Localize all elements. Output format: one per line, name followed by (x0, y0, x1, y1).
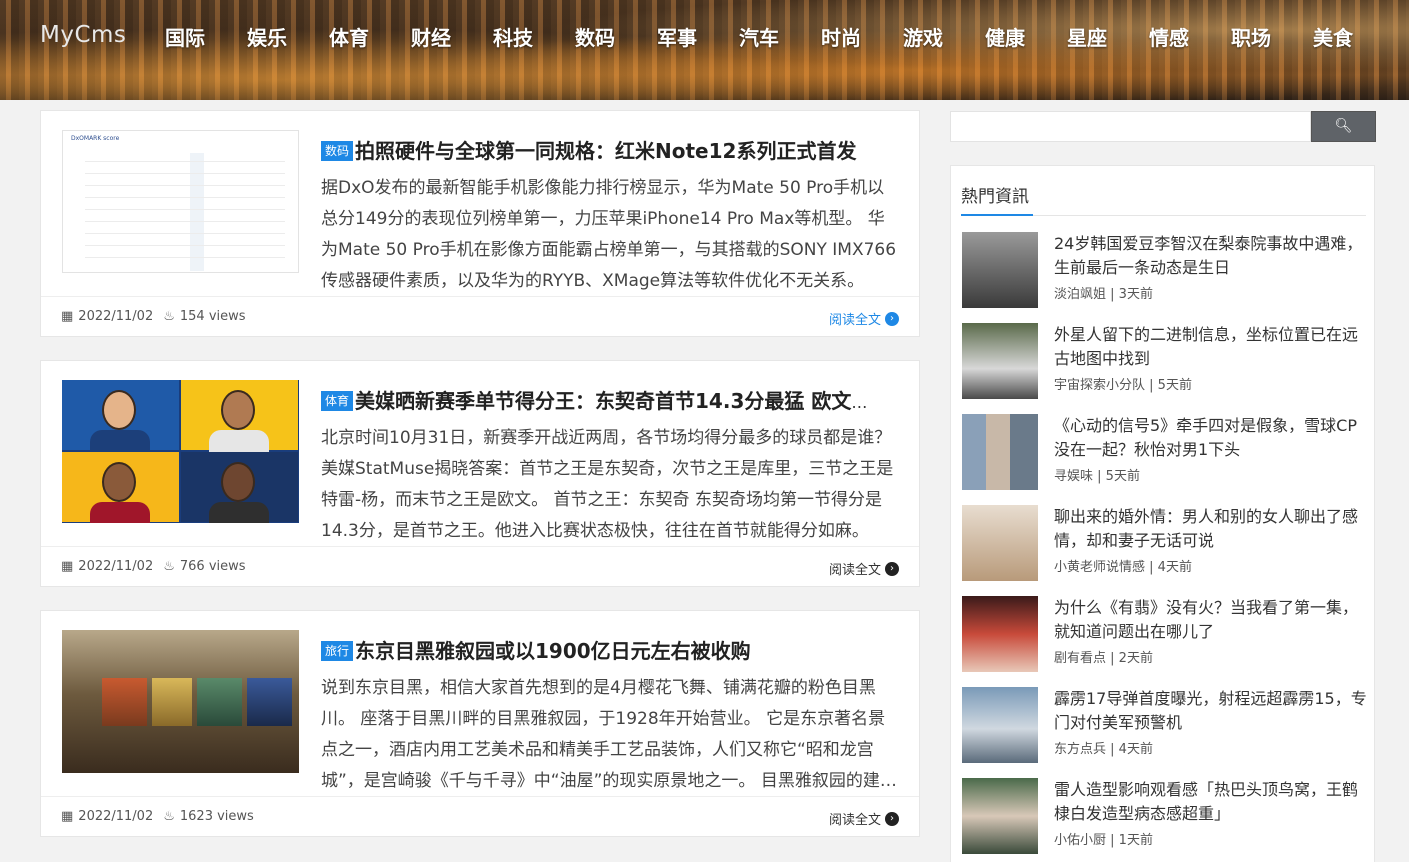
category-tag[interactable]: 旅行 (321, 641, 354, 661)
nav-item-shuma[interactable]: 数码 (575, 22, 657, 51)
article-thumbnail[interactable]: DxOMARK score (62, 130, 299, 273)
hot-news-title-link[interactable]: 24岁韩国爱豆李智汉在梨泰院事故中遇难，生前最后一条动态是生日 (1054, 232, 1372, 280)
hot-news-panel: 熱門資訊 24岁韩国爱豆李智汉在梨泰院事故中遇难，生前最后一条动态是生日 淡泊飒… (950, 165, 1375, 862)
article-card: 旅行 东京目黑雅叙园或以1900亿日元左右被收购 说到东京目黑，相信大家首先想到的… (40, 610, 920, 837)
hot-news-title-link[interactable]: 外星人留下的二进制信息，坐标位置已在远古地图中找到 (1054, 323, 1372, 371)
article-meta: ▦ 2022/11/02 ♨ 766 views (61, 559, 246, 574)
article-views: 766 views (179, 559, 246, 574)
article-meta-bar: ▦ 2022/11/02 ♨ 1623 views 阅读全文 › (41, 796, 919, 837)
article-thumbnail[interactable] (62, 630, 299, 773)
hot-news-thumbnail[interactable] (962, 778, 1038, 854)
fire-icon: ♨ (163, 309, 175, 324)
hot-news-item[interactable]: 《心动的信号5》牵手四对是假象，雪球CP没在一起？秋怡对男1下头 寻娱味 | 5… (962, 414, 1367, 490)
article-views: 1623 views (179, 809, 254, 824)
hot-news-thumbnail[interactable] (962, 414, 1038, 490)
chevron-right-icon: › (885, 811, 899, 826)
article-thumbnail[interactable] (62, 380, 299, 523)
site-header: MyCms 国际 娱乐 体育 财经 科技 数码 军事 汽车 时尚 游戏 健康 星… (0, 0, 1409, 100)
article-excerpt: 据DxO发布的最新智能手机影像能力排行榜显示，华为Mate 50 Pro手机以总… (321, 178, 897, 291)
fire-icon: ♨ (163, 559, 175, 574)
calendar-icon: ▦ (61, 809, 74, 824)
article-title[interactable]: 美媒晒新赛季单节得分王：东契奇首节14.3分最猛 欧文末节 (355, 389, 881, 413)
chevron-right-icon: › (885, 311, 899, 326)
search-button[interactable]: 🔍︎ (1311, 111, 1376, 142)
hot-news-title-link[interactable]: 《心动的信号5》牵手四对是假象，雪球CP没在一起？秋怡对男1下头 (1054, 414, 1372, 462)
article-card: 体育 美媒晒新赛季单节得分王：东契奇首节14.3分最猛 欧文末节 北京时间10月3… (40, 360, 920, 587)
article-meta-bar: ▦ 2022/11/02 ♨ 154 views 阅读全文 › (41, 296, 919, 337)
hot-news-meta: 淡泊飒姐 | 3天前 (1054, 287, 1153, 302)
article-title-row[interactable]: 旅行 东京目黑雅叙园或以1900亿日元左右被收购 (321, 635, 881, 665)
nav-item-zhichang[interactable]: 职场 (1231, 22, 1313, 51)
nav-item-meishi[interactable]: 美食 (1313, 22, 1395, 51)
nav-item-junshi[interactable]: 军事 (657, 22, 739, 51)
hot-news-item[interactable]: 24岁韩国爱豆李智汉在梨泰院事故中遇难，生前最后一条动态是生日 淡泊飒姐 | 3… (962, 232, 1367, 308)
site-logo[interactable]: MyCms (40, 22, 126, 48)
nav-item-guoji[interactable]: 国际 (165, 22, 247, 51)
nav-item-xingzuo[interactable]: 星座 (1067, 22, 1149, 51)
read-more-link[interactable]: 阅读全文 › (829, 559, 899, 578)
article-card: DxOMARK score 数码 拍照硬件与全球第一同规格：红米Note12系列正… (40, 110, 920, 337)
article-date: 2022/11/02 (78, 809, 154, 824)
hot-news-meta: 东方点兵 | 4天前 (1054, 742, 1153, 757)
category-tag[interactable]: 数码 (321, 141, 354, 161)
hot-news-thumbnail[interactable] (962, 323, 1038, 399)
nav-item-qinggan[interactable]: 情感 (1149, 22, 1231, 51)
hot-news-title-link[interactable]: 为什么《有翡》没有火？当我看了第一集，就知道问题出在哪儿了 (1054, 596, 1372, 644)
nav-item-caijing[interactable]: 财经 (411, 22, 493, 51)
article-title[interactable]: 拍照硬件与全球第一同规格：红米Note12系列正式首发 (355, 139, 856, 163)
hot-news-item[interactable]: 外星人留下的二进制信息，坐标位置已在远古地图中找到 宇宙探索小分队 | 5天前 (962, 323, 1367, 399)
hot-news-meta: 宇宙探索小分队 | 5天前 (1054, 378, 1192, 393)
article-views: 154 views (179, 309, 246, 324)
category-tag[interactable]: 体育 (321, 391, 354, 411)
hot-news-thumbnail[interactable] (962, 687, 1038, 763)
thumbnail-caption: DxOMARK score (71, 135, 120, 142)
nav-item-qiche[interactable]: 汽车 (739, 22, 821, 51)
article-title-row[interactable]: 体育 美媒晒新赛季单节得分王：东契奇首节14.3分最猛 欧文末节 (321, 385, 881, 415)
nav-item-youxi[interactable]: 游戏 (903, 22, 985, 51)
nav-item-tiyu[interactable]: 体育 (329, 22, 411, 51)
hot-news-item[interactable]: 聊出来的婚外情：男人和别的女人聊出了感情，却和妻子无话可说 小黄老师说情感 | … (962, 505, 1367, 581)
article-title-row[interactable]: 数码 拍照硬件与全球第一同规格：红米Note12系列正式首发 (321, 135, 881, 165)
nav-item-jiankang[interactable]: 健康 (985, 22, 1067, 51)
search-input[interactable] (950, 111, 1311, 142)
article-meta: ▦ 2022/11/02 ♨ 154 views (61, 309, 246, 324)
article-date: 2022/11/02 (78, 559, 154, 574)
fire-icon: ♨ (163, 809, 175, 824)
hot-news-title-link[interactable]: 聊出来的婚外情：男人和别的女人聊出了感情，却和妻子无话可说 (1054, 505, 1372, 553)
article-meta: ▦ 2022/11/02 ♨ 1623 views (61, 809, 254, 824)
read-more-link[interactable]: 阅读全文 › (829, 809, 899, 828)
hot-news-meta: 小黄老师说情感 | 4天前 (1054, 560, 1192, 575)
calendar-icon: ▦ (61, 559, 74, 574)
hot-news-thumbnail[interactable] (962, 505, 1038, 581)
article-date: 2022/11/02 (78, 309, 154, 324)
main-nav: 国际 娱乐 体育 财经 科技 数码 军事 汽车 时尚 游戏 健康 星座 情感 职… (165, 22, 1395, 51)
article-excerpt: 北京时间10月31日，新赛季开战近两周，各节场均得分最多的球员都是谁？美媒Sta… (321, 428, 894, 541)
hot-news-title-link[interactable]: 雷人造型影响观看感「热巴头顶鸟窝，王鹤棣白发造型病态感超重」 (1054, 778, 1372, 826)
calendar-icon: ▦ (61, 309, 74, 324)
article-meta-bar: ▦ 2022/11/02 ♨ 766 views 阅读全文 › (41, 546, 919, 587)
read-more-link[interactable]: 阅读全文 › (829, 309, 899, 328)
nav-item-shishang[interactable]: 时尚 (821, 22, 903, 51)
search-icon: 🔍︎ (1334, 118, 1353, 134)
hot-news-title: 熱門資訊 (961, 187, 1029, 207)
hot-news-meta: 小佑小厨 | 1天前 (1054, 833, 1153, 848)
hot-news-thumbnail[interactable] (962, 596, 1038, 672)
article-excerpt: 说到东京目黑，相信大家首先想到的是4月樱花飞舞、铺满花瓣的粉色目黑川。 座落于目… (321, 678, 897, 791)
hot-news-item[interactable]: 雷人造型影响观看感「热巴头顶鸟窝，王鹤棣白发造型病态感超重」 小佑小厨 | 1天… (962, 778, 1367, 854)
chevron-right-icon: › (885, 561, 899, 576)
nav-item-keji[interactable]: 科技 (493, 22, 575, 51)
hot-news-meta: 寻娱味 | 5天前 (1054, 469, 1140, 484)
hot-news-meta: 剧有看点 | 2天前 (1054, 651, 1153, 666)
hot-news-thumbnail[interactable] (962, 232, 1038, 308)
hot-news-item[interactable]: 霹雳17导弹首度曝光，射程远超霹雳15，专门对付美军预警机 东方点兵 | 4天前 (962, 687, 1367, 763)
hot-news-item[interactable]: 为什么《有翡》没有火？当我看了第一集，就知道问题出在哪儿了 剧有看点 | 2天前 (962, 596, 1367, 672)
hot-news-title-link[interactable]: 霹雳17导弹首度曝光，射程远超霹雳15，专门对付美军预警机 (1054, 687, 1372, 735)
article-title[interactable]: 东京目黑雅叙园或以1900亿日元左右被收购 (355, 639, 751, 663)
nav-item-yule[interactable]: 娱乐 (247, 22, 329, 51)
